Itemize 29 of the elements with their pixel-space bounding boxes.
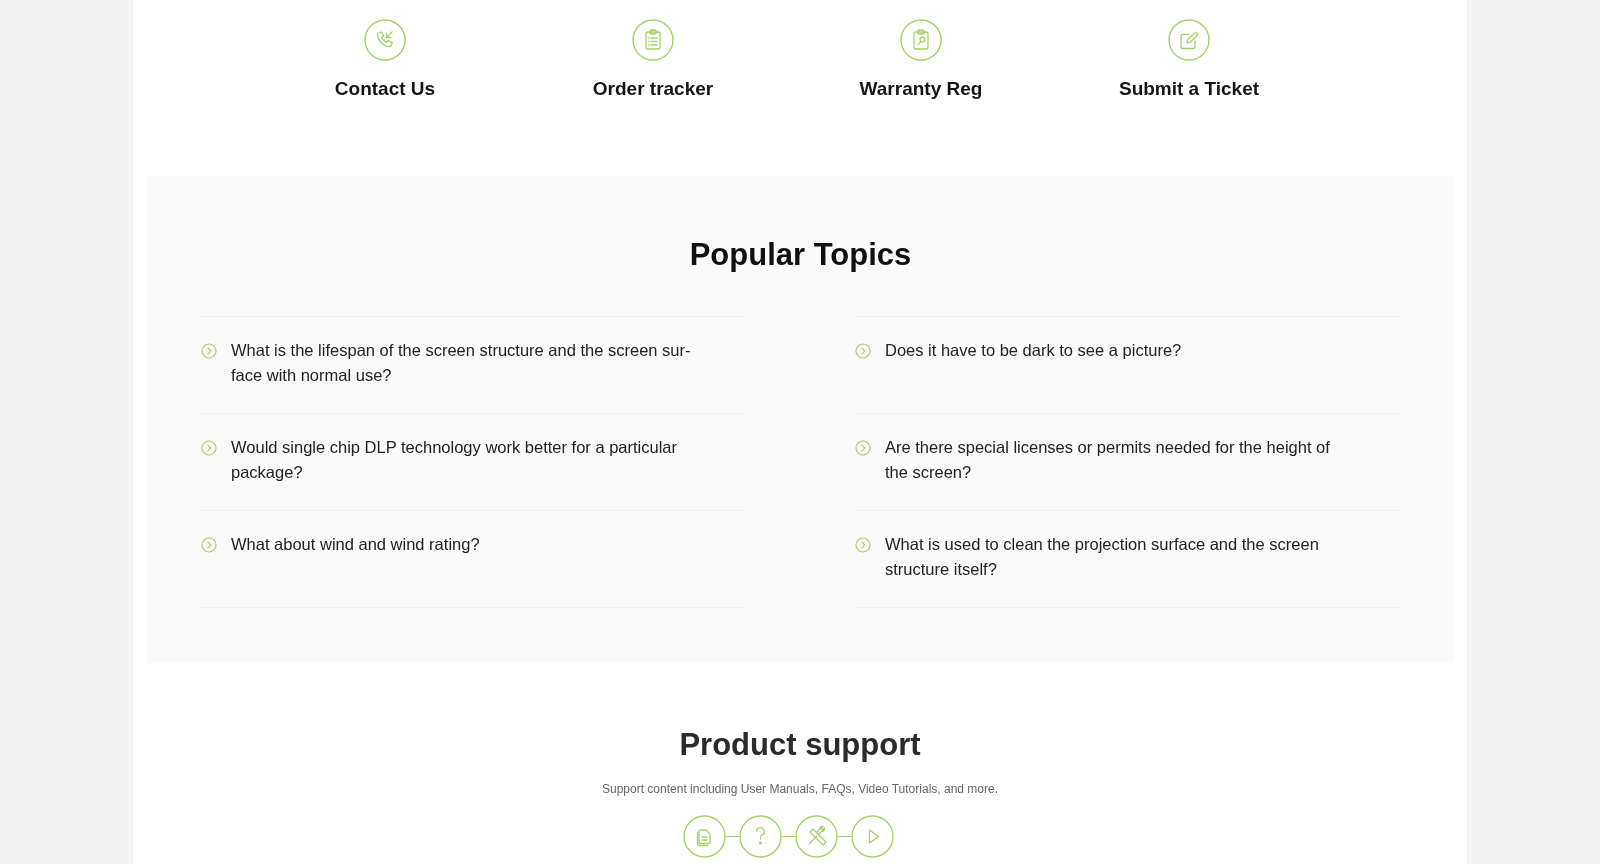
tools-icon[interactable] xyxy=(794,815,838,858)
topic-link[interactable]: Does it have to be dark to see a picture? xyxy=(855,338,1182,363)
quick-link[interactable]: Warranty Reg xyxy=(859,19,983,101)
section-title: Popular Topics xyxy=(688,236,913,274)
chevron-circle-icon xyxy=(855,536,871,553)
documents-icon[interactable] xyxy=(682,815,726,858)
quick-link[interactable]: Submit a Ticket xyxy=(1118,19,1260,101)
quick-link[interactable]: Contact Us xyxy=(334,19,436,101)
connector-line xyxy=(837,835,851,838)
quick-link[interactable]: Order tracker xyxy=(592,19,714,101)
topic-link[interactable]: Would single chip DLP technology work better for a particular package? xyxy=(201,435,697,485)
question-mark-icon[interactable] xyxy=(738,815,782,858)
clipboard-magnifier-icon xyxy=(900,19,942,61)
chevron-circle-icon xyxy=(855,342,871,359)
chevron-circle-icon xyxy=(201,342,217,359)
topic-link[interactable]: What about wind and wind rating? xyxy=(201,532,480,557)
phone-icon xyxy=(364,19,406,61)
connector-line xyxy=(725,835,739,838)
topic-link[interactable]: Are there special licenses or permits needed for the height of the screen? xyxy=(855,435,1351,485)
connector-line xyxy=(781,835,795,838)
topic-link[interactable]: What is used to clean the projection surface and the screen structure itself? xyxy=(855,532,1351,582)
section-subtitle: Support content including User Manuals, FAQs, Video Tutorials, and more. xyxy=(602,781,998,798)
chevron-circle-icon xyxy=(855,439,871,456)
chevron-circle-icon xyxy=(201,536,217,553)
section-title: Product support xyxy=(679,726,921,764)
clipboard-icon xyxy=(632,19,674,61)
topic-link[interactable]: What is the lifespan of the screen structure and the screen sur-face with normal use? xyxy=(201,338,697,388)
play-icon[interactable] xyxy=(850,815,894,858)
chevron-circle-icon xyxy=(201,439,217,456)
